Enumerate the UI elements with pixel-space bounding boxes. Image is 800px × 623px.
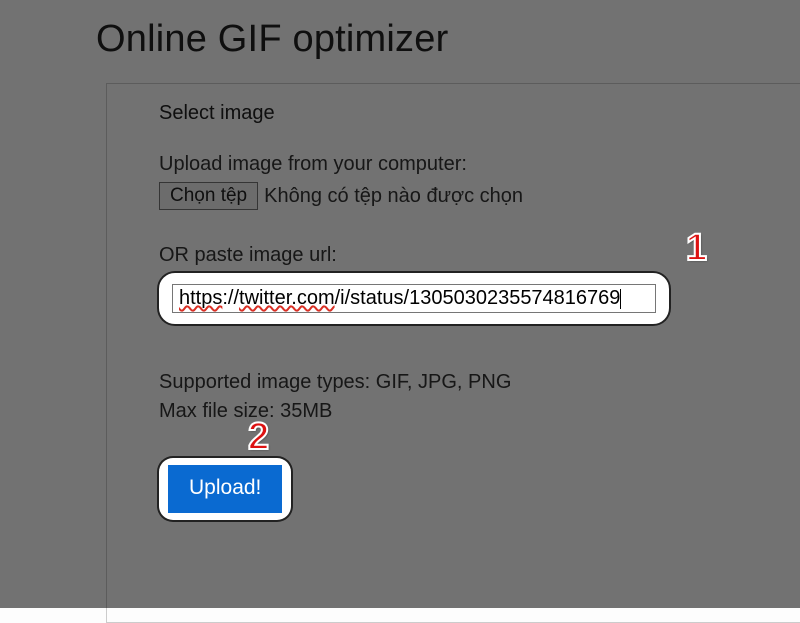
panel-legend: Select image (159, 102, 765, 125)
upload-button-highlight: Upload! (159, 458, 291, 520)
or-paste-url-label: OR paste image url: (159, 244, 765, 267)
url-input-highlight: https://twitter.com/i/status/13050302355… (159, 273, 669, 324)
file-chosen-status: Không có tệp nào được chọn (264, 185, 523, 208)
page-title: Online GIF optimizer (96, 18, 800, 61)
image-url-input[interactable]: https://twitter.com/i/status/13050302355… (172, 284, 656, 313)
supported-types-text: Supported image types: GIF, JPG, PNG (159, 368, 765, 397)
upload-button[interactable]: Upload! (168, 465, 282, 513)
choose-file-button[interactable]: Chọn tệp (159, 182, 258, 210)
annotation-step-2: 2 (248, 416, 269, 459)
annotation-step-1: 1 (686, 227, 707, 270)
upload-from-computer-label: Upload image from your computer: (159, 153, 765, 176)
file-select-row: Chọn tệp Không có tệp nào được chọn (159, 182, 765, 210)
select-image-panel: Select image Upload image from your comp… (106, 83, 800, 623)
